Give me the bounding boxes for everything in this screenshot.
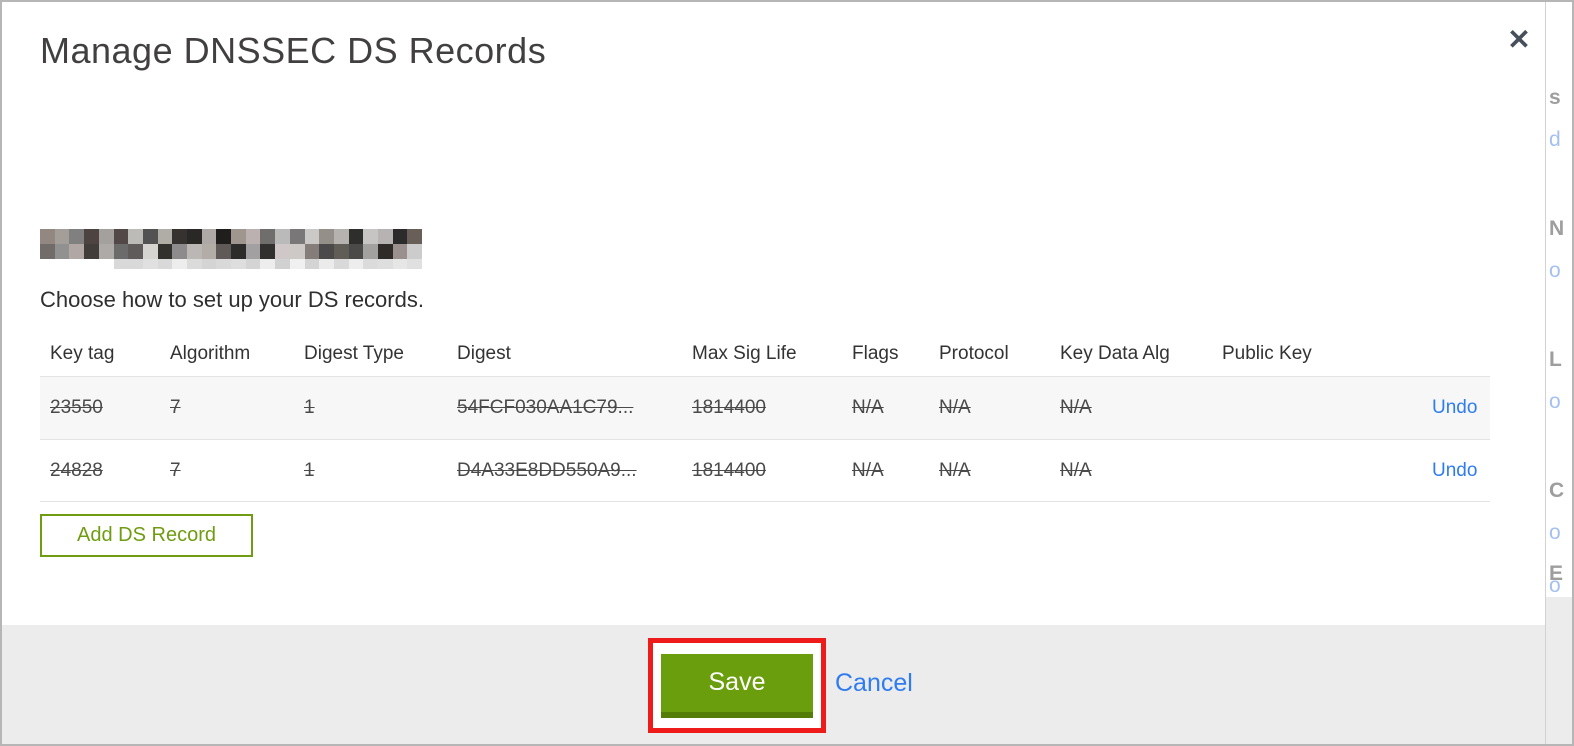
table-row: 23550 7 1 54FCF030AA1C79... 1814400 N/A …: [40, 376, 1490, 439]
manage-dnssec-modal: Manage DNSSEC DS Records ✕ Choose how to…: [2, 2, 1545, 744]
background-page-strip: sdNoLoCoEo: [1545, 2, 1572, 744]
background-text-fragment: o: [1549, 521, 1561, 544]
modal-title: Manage DNSSEC DS Records: [40, 30, 547, 71]
background-text-fragment: o: [1549, 259, 1561, 282]
ds-records-table: Key tag Algorithm Digest Type Digest Max…: [40, 332, 1490, 502]
undo-link[interactable]: Undo: [1432, 460, 1477, 481]
background-text-fragment: C: [1549, 479, 1565, 502]
column-header-actions: [1422, 332, 1490, 376]
column-header-max-sig-life: Max Sig Life: [692, 343, 797, 364]
column-header-digest: Digest: [457, 343, 511, 364]
cell-key-tag: 24828: [50, 459, 103, 481]
cell-digest: D4A33E8DD550A9...: [457, 459, 637, 481]
add-ds-record-button[interactable]: Add DS Record: [40, 514, 253, 557]
column-header-algorithm: Algorithm: [170, 343, 251, 364]
close-icon[interactable]: ✕: [1501, 22, 1537, 58]
table-header-row: Key tag Algorithm Digest Type Digest Max…: [40, 332, 1490, 376]
cell-max-sig-life: 1814400: [692, 397, 766, 418]
undo-link[interactable]: Undo: [1432, 397, 1477, 418]
cell-protocol: N/A: [939, 459, 971, 481]
cell-algorithm: 7: [170, 459, 181, 481]
cell-key-tag: 23550: [50, 397, 103, 418]
cell-max-sig-life: 1814400: [692, 459, 766, 481]
background-text-fragment: o: [1549, 574, 1561, 597]
column-header-flags: Flags: [852, 343, 899, 364]
save-button[interactable]: Save: [661, 653, 813, 718]
column-header-key-tag: Key tag: [50, 343, 115, 364]
cell-digest-type: 1: [304, 459, 315, 481]
cell-key-data-alg: N/A: [1060, 459, 1092, 481]
column-header-key-data-alg: Key Data Alg: [1060, 343, 1170, 364]
column-header-public-key: Public Key: [1222, 343, 1312, 364]
cell-algorithm: 7: [170, 397, 181, 418]
column-header-protocol: Protocol: [939, 343, 1009, 364]
modal-subtitle: Choose how to set up your DS records.: [40, 287, 424, 312]
cell-flags: N/A: [852, 397, 884, 418]
cell-key-data-alg: N/A: [1060, 397, 1092, 418]
redacted-domain-name: [40, 229, 423, 269]
cell-protocol: N/A: [939, 397, 971, 418]
background-text-fragment: L: [1549, 348, 1562, 371]
background-text-fragment: o: [1549, 390, 1561, 413]
red-highlight-annotation: Save: [648, 638, 826, 733]
background-footer-area: [1546, 597, 1572, 744]
column-header-digest-type: Digest Type: [304, 343, 404, 364]
modal-footer: Save Cancel: [2, 625, 1545, 744]
background-text-fragment: s: [1549, 86, 1561, 109]
cell-digest: 54FCF030AA1C79...: [457, 397, 634, 418]
table-row: 24828 7 1 D4A33E8DD550A9... 1814400 N/A …: [40, 439, 1490, 502]
screenshot-frame: sdNoLoCoEo Manage DNSSEC DS Records ✕ Ch…: [0, 0, 1574, 746]
cell-digest-type: 1: [304, 397, 315, 418]
background-text-fragment: N: [1549, 217, 1565, 240]
cancel-link[interactable]: Cancel: [835, 669, 913, 698]
background-text-fragment: d: [1549, 128, 1561, 151]
cell-flags: N/A: [852, 459, 884, 481]
